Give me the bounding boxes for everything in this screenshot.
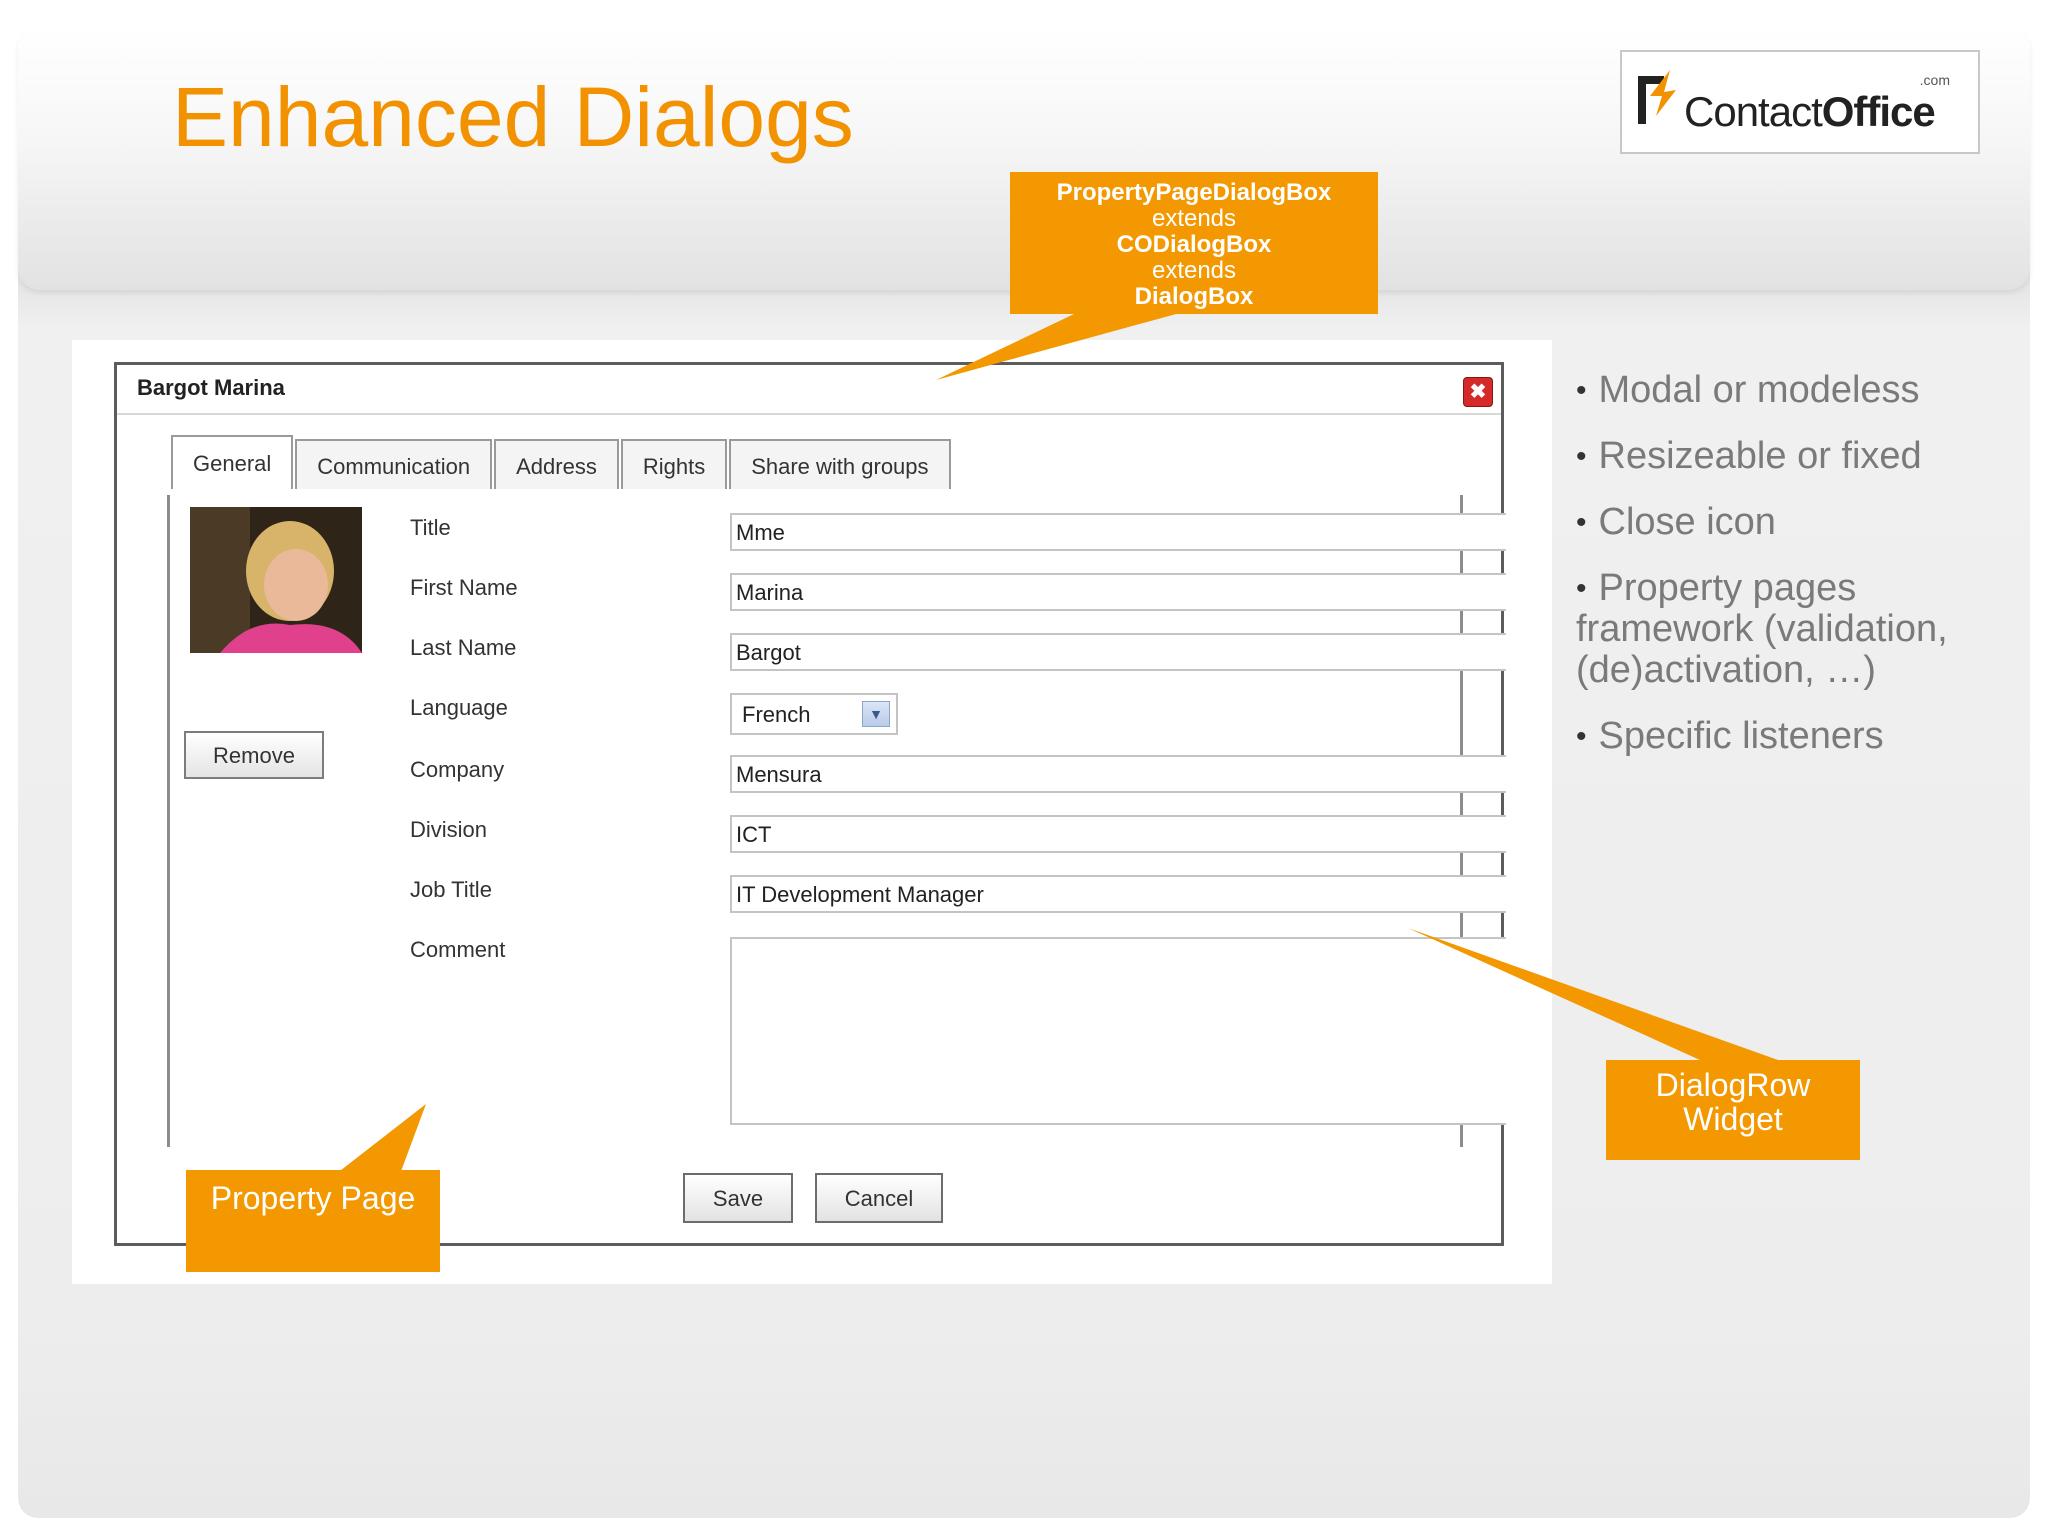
language-selected-value: French: [742, 702, 811, 727]
division-field[interactable]: ICT: [730, 815, 1506, 853]
titlebar-divider: [117, 413, 1501, 415]
bullet-dot-icon: •: [1576, 440, 1587, 473]
last-name-label: Last Name: [410, 635, 517, 660]
close-button[interactable]: ✖: [1463, 377, 1493, 407]
company-field[interactable]: Mensura: [730, 755, 1506, 793]
comment-label: Comment: [410, 937, 506, 962]
contactoffice-logo: ContactOffice .com: [1620, 50, 1980, 154]
contact-photo: [190, 507, 362, 653]
property-page-callout: Property Page: [186, 1170, 440, 1272]
language-select[interactable]: French ▼: [730, 693, 898, 735]
first-name-field[interactable]: Marina: [730, 573, 1506, 611]
bullet-dot-icon: •: [1576, 572, 1587, 605]
callout-row-line-2: Widget: [1683, 1101, 1783, 1137]
tab-bar: General Communication Address Rights Sha…: [171, 435, 953, 491]
tab-share-with-groups[interactable]: Share with groups: [729, 439, 951, 489]
callout-extends-1: extends: [1151, 205, 1237, 232]
job-title-field[interactable]: IT Development Manager: [730, 875, 1506, 913]
logo-wordmark: ContactOffice: [1684, 88, 1936, 135]
bullet-item: • Specific listeners: [1576, 715, 1884, 757]
tab-communication[interactable]: Communication: [295, 439, 493, 489]
bullet-item: • Modal or modeless: [1576, 369, 1920, 411]
feature-bullet-list: • Modal or modeless • Resizeable or fixed …: [1576, 370, 2016, 782]
callout-class-3: DialogBox: [1134, 283, 1254, 310]
bullet-item: • Property pages framework (validation, (…: [1576, 567, 1948, 691]
language-label: Language: [410, 695, 508, 720]
bullet-item: • Close icon: [1576, 501, 1776, 543]
bullet-dot-icon: •: [1576, 506, 1587, 539]
callout-class-1: PropertyPageDialogBox: [1056, 179, 1332, 206]
callout-class-2: CODialogBox: [1116, 231, 1272, 258]
save-button[interactable]: Save: [683, 1173, 793, 1223]
tab-general[interactable]: General: [171, 435, 294, 489]
job-title-label: Job Title: [410, 877, 492, 902]
comment-textarea[interactable]: [730, 937, 1506, 1125]
dialogrow-widget-callout: DialogRow Widget: [1606, 1060, 1860, 1160]
tab-rights[interactable]: Rights: [620, 439, 728, 489]
property-page: Remove Title Mme First Name Marina Last …: [167, 495, 1506, 1147]
bullet-dot-icon: •: [1576, 720, 1587, 753]
logo-mark-icon: [1638, 70, 1676, 124]
division-label: Division: [410, 817, 488, 842]
chevron-down-icon[interactable]: ▼: [862, 701, 890, 727]
first-name-label: First Name: [410, 575, 518, 600]
bullet-dot-icon: •: [1576, 374, 1587, 407]
bullet-item: • Resizeable or fixed: [1576, 435, 1922, 477]
slide-title: Enhanced Dialogs: [172, 70, 854, 164]
dialog-title: Bargot Marina: [137, 375, 285, 400]
remove-photo-button[interactable]: Remove: [184, 731, 324, 779]
callout-row-line-1: DialogRow: [1655, 1067, 1811, 1103]
tab-address[interactable]: Address: [494, 439, 619, 489]
last-name-field[interactable]: Bargot: [730, 633, 1506, 671]
property-page-dialog: Bargot Marina ✖ General Communication Ad…: [114, 362, 1506, 1246]
cancel-button[interactable]: Cancel: [815, 1173, 943, 1223]
title-label: Title: [410, 515, 451, 540]
title-field[interactable]: Mme: [730, 513, 1506, 551]
logo-domain: .com: [1919, 72, 1950, 88]
company-label: Company: [410, 757, 505, 782]
callout-extends-2: extends: [1151, 257, 1237, 284]
class-hierarchy-callout: PropertyPageDialogBox extends CODialogBo…: [1010, 172, 1378, 314]
